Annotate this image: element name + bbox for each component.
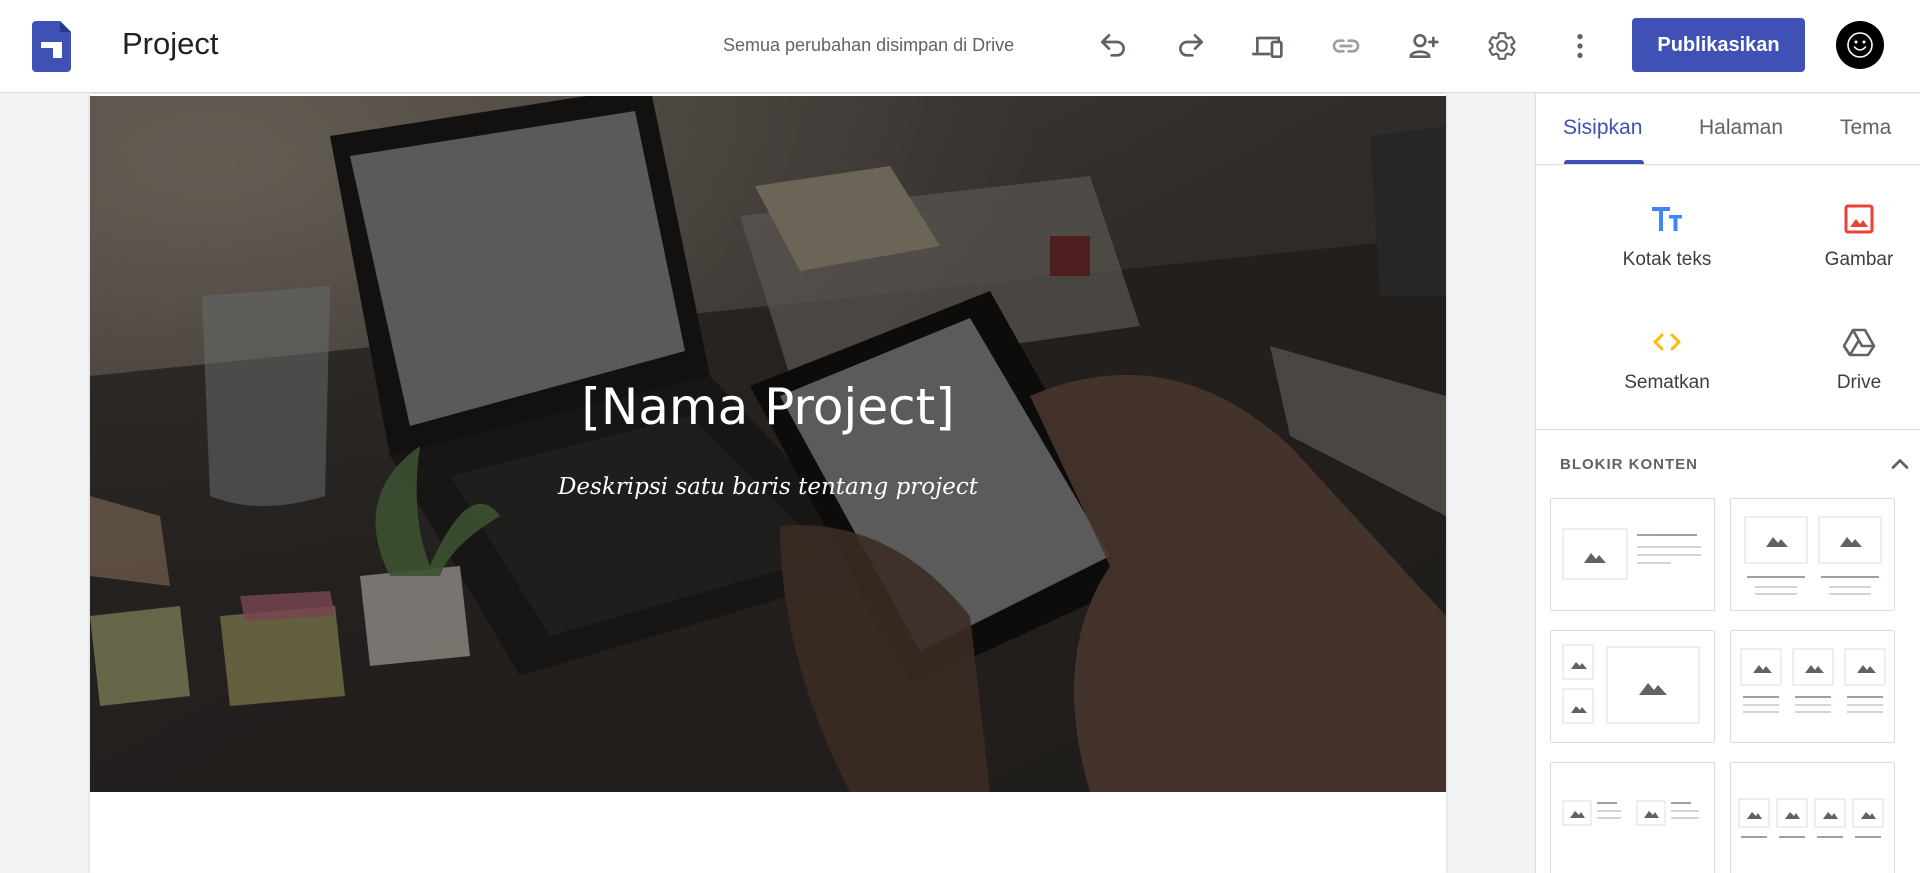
link-icon	[1332, 39, 1360, 53]
drive-icon	[1842, 328, 1876, 357]
top-bar: Project Semua perubahan disimpan di Driv…	[0, 0, 1920, 93]
sites-logo-icon[interactable]	[32, 21, 71, 72]
insert-drive-label: Drive	[1836, 372, 1882, 393]
redo-button[interactable]	[1173, 28, 1209, 64]
undo-button[interactable]	[1095, 28, 1131, 64]
save-status-text: Semua perubahan disimpan di Drive	[723, 35, 1015, 55]
settings-button[interactable]	[1484, 28, 1520, 64]
share-button[interactable]	[1406, 28, 1442, 64]
insert-embed[interactable]: Sematkan	[1582, 324, 1752, 424]
editor-canvas: [Nama Project] Deskripsi satu baris tent…	[0, 94, 1535, 873]
copy-link-button[interactable]	[1328, 28, 1364, 64]
gear-icon	[1488, 32, 1516, 60]
content-block-three-images[interactable]	[1730, 630, 1895, 743]
more-vert-icon	[1577, 34, 1583, 58]
insert-image-label: Gambar	[1824, 249, 1894, 270]
header-background-image	[90, 96, 1446, 792]
chevron-up-icon[interactable]	[1886, 450, 1914, 478]
devices-icon	[1252, 36, 1283, 58]
panel-tabs: Sisipkan Halaman Tema	[1536, 94, 1920, 165]
tab-themes[interactable]: Tema	[1840, 116, 1891, 140]
image-icon	[1844, 204, 1874, 234]
content-block-gallery[interactable]	[1550, 630, 1715, 743]
content-block-image-text-pairs[interactable]	[1550, 762, 1715, 873]
add-person-icon	[1409, 34, 1439, 58]
layout-three-images-icon	[1740, 648, 1886, 713]
publish-button[interactable]: Publikasikan	[1632, 18, 1805, 72]
layout-image-text-icon	[1562, 528, 1701, 580]
undo-icon	[1101, 34, 1125, 57]
content-block-image-text[interactable]	[1550, 498, 1715, 611]
content-block-four-images[interactable]	[1730, 762, 1895, 873]
tab-insert[interactable]: Sisipkan	[1563, 116, 1642, 140]
hero-title[interactable]: [Nama Project]	[90, 378, 1446, 436]
insert-embed-label: Sematkan	[1624, 372, 1710, 393]
redo-icon	[1179, 34, 1203, 57]
layout-image-text-pairs-icon	[1562, 800, 1699, 826]
layout-two-images-icon	[1744, 516, 1882, 595]
tab-pages[interactable]: Halaman	[1699, 116, 1783, 140]
active-tab-indicator	[1564, 160, 1644, 164]
site-page[interactable]: [Nama Project] Deskripsi satu baris tent…	[90, 94, 1446, 873]
text-box-icon	[1652, 207, 1682, 231]
insert-image[interactable]: Gambar	[1774, 201, 1920, 301]
content-blocks-heading: BLOKIR KONTEN	[1560, 456, 1698, 473]
layout-gallery-icon	[1562, 644, 1700, 724]
preview-devices-button[interactable]	[1250, 28, 1286, 64]
insert-drive[interactable]: Drive	[1774, 324, 1920, 424]
hero-subtitle[interactable]: Deskripsi satu baris tentang project	[90, 474, 1446, 500]
insert-text-box-label: Kotak teks	[1622, 249, 1712, 270]
embed-icon	[1653, 333, 1681, 351]
layout-four-images-icon	[1738, 798, 1884, 838]
side-panel: Sisipkan Halaman Tema Kotak teks Gambar …	[1535, 94, 1920, 873]
insert-text-box[interactable]: Kotak teks	[1582, 201, 1752, 301]
panel-divider	[1536, 429, 1920, 430]
site-title[interactable]: Project	[122, 26, 218, 62]
header-section[interactable]: [Nama Project] Deskripsi satu baris tent…	[90, 96, 1446, 792]
smiley-icon	[1847, 32, 1873, 58]
avatar[interactable]	[1836, 21, 1884, 69]
more-options-button[interactable]	[1562, 28, 1598, 64]
content-block-two-images[interactable]	[1730, 498, 1895, 611]
